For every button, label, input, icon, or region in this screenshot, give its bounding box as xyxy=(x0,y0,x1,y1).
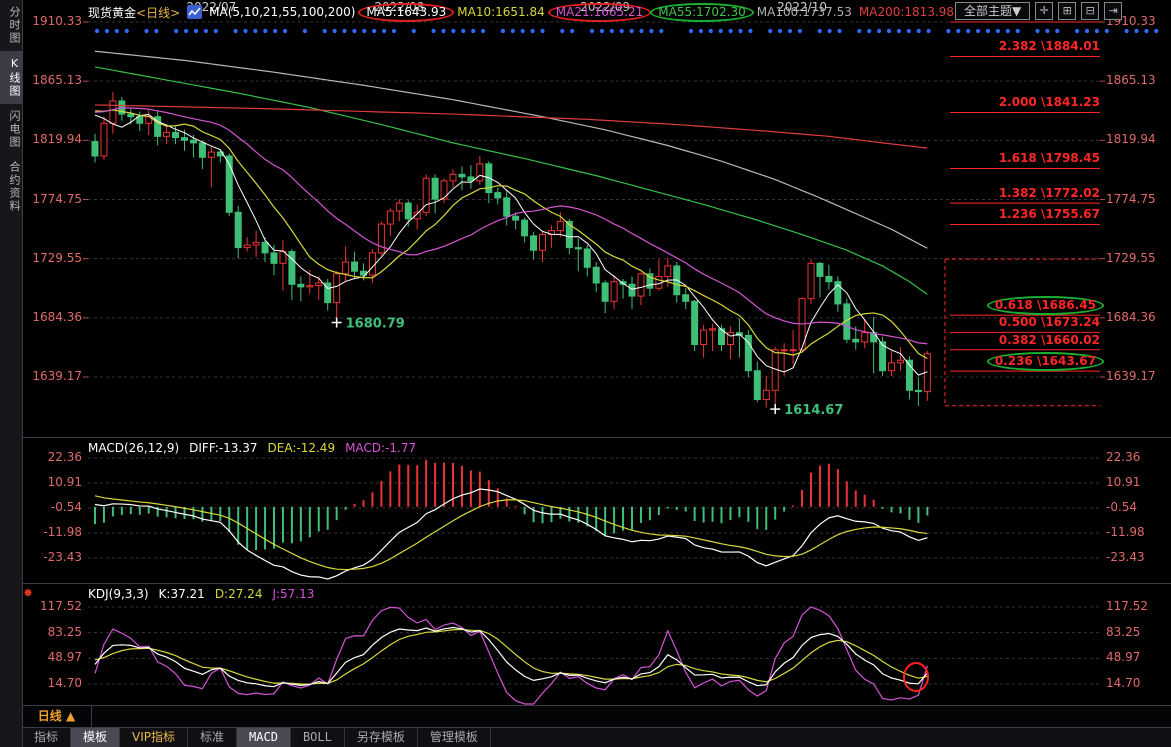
tab-save-template[interactable]: 另存模板 xyxy=(345,728,418,747)
pane-split-icon[interactable]: ⊞ xyxy=(1058,2,1076,20)
candlestick-chart-icon xyxy=(187,5,202,19)
tab-templates[interactable]: 模板 xyxy=(71,728,120,747)
topbar-controls: 全部主题▼ ✛ ⊞ ⊟ ⇥ xyxy=(955,2,1122,20)
symbol-name: 现货黄金 xyxy=(88,6,136,20)
sidebar-item-contract-info[interactable]: 合约资料 xyxy=(0,155,22,219)
macd-layer xyxy=(95,460,927,579)
ma200-value: MA200:1813.98 xyxy=(859,5,954,19)
ma10-value: MA10:1651.84 xyxy=(457,5,545,19)
kdj-d-value: D:27.24 xyxy=(215,587,263,601)
tab-manage-templates[interactable]: 管理模板 xyxy=(418,728,491,747)
kdj-panel-header: KDJ(9,3,3) K:37.21 D:27.24 J:57.13 xyxy=(88,587,314,601)
tab-indicators[interactable]: 指标 xyxy=(22,728,71,747)
xaxis-bar: 日线 ▲ xyxy=(22,705,1171,728)
ma5-value: MA5:1643.93 xyxy=(358,3,454,22)
ma21-value: MA21:1665.21 xyxy=(548,3,652,22)
ma55-value: MA55:1702.30 xyxy=(650,3,754,22)
tab-standard[interactable]: 标准 xyxy=(188,728,237,747)
period-selector[interactable]: 日线 ▲ xyxy=(22,706,92,728)
chart-area[interactable]: 1680.79 1614.67 xyxy=(0,0,1171,747)
macd-title: MACD(26,12,9) xyxy=(88,441,179,455)
macd-dea-value: DEA:-12.49 xyxy=(268,441,336,455)
bottom-tab-bar: 指标 模板 VIP指标 标准 MACD BOLL 另存模板 管理模板 xyxy=(22,727,1171,747)
symbol-title: 现货黄金<日线> xyxy=(88,4,180,21)
candles-layer xyxy=(92,92,930,409)
gridlines-layer xyxy=(83,22,1105,684)
ma100-value: MA100:1737.53 xyxy=(757,5,852,19)
ma-params: MA(5,10,21,55,100,200) xyxy=(209,5,355,19)
period-label: 日线 xyxy=(38,709,62,723)
sidebar-item-flash-chart[interactable]: 闪电图 xyxy=(0,104,22,155)
chart-header: 现货黄金<日线> MA(5,10,21,55,100,200) MA5:1643… xyxy=(88,3,954,21)
macd-value: MACD:-1.77 xyxy=(345,441,416,455)
kdj-title: KDJ(9,3,3) xyxy=(88,587,149,601)
svg-text:1614.67: 1614.67 xyxy=(784,403,843,418)
crosshair-icon[interactable]: ✛ xyxy=(1035,2,1053,20)
sidebar-item-time-chart[interactable]: 分时图 xyxy=(0,0,22,51)
sidebar: 分时图 K线图 闪电图 合约资料 xyxy=(0,0,23,747)
event-dots-row xyxy=(95,29,1159,33)
svg-text:1680.79: 1680.79 xyxy=(346,317,405,332)
tab-vip-indicators[interactable]: VIP指标 xyxy=(120,728,188,747)
macd-panel-header: MACD(26,12,9) DIFF:-13.37 DEA:-12.49 MAC… xyxy=(88,441,416,455)
theme-dropdown-button[interactable]: 全部主题▼ xyxy=(955,2,1030,20)
period-tag: <日线> xyxy=(136,6,180,20)
tab-boll[interactable]: BOLL xyxy=(291,728,345,747)
period-up-arrow-icon: ▲ xyxy=(66,709,75,723)
fibonacci-layer xyxy=(945,22,1100,406)
macd-diff-value: DIFF:-13.37 xyxy=(189,441,257,455)
pane-exit-icon[interactable]: ⇥ xyxy=(1104,2,1122,20)
kdj-k-value: K:37.21 xyxy=(159,587,205,601)
trading-app-window: 分时图 K线图 闪电图 合约资料 现货黄金<日线> MA(5,10,21,55,… xyxy=(0,0,1171,747)
pane-chart-icon[interactable]: ⊟ xyxy=(1081,2,1099,20)
indicator-settings-icon[interactable]: ✹ xyxy=(23,586,33,600)
sidebar-item-kline-chart[interactable]: K线图 xyxy=(0,51,22,104)
kdj-layer xyxy=(95,607,927,704)
tab-macd[interactable]: MACD xyxy=(237,728,291,747)
kdj-j-value: J:57.13 xyxy=(272,587,314,601)
